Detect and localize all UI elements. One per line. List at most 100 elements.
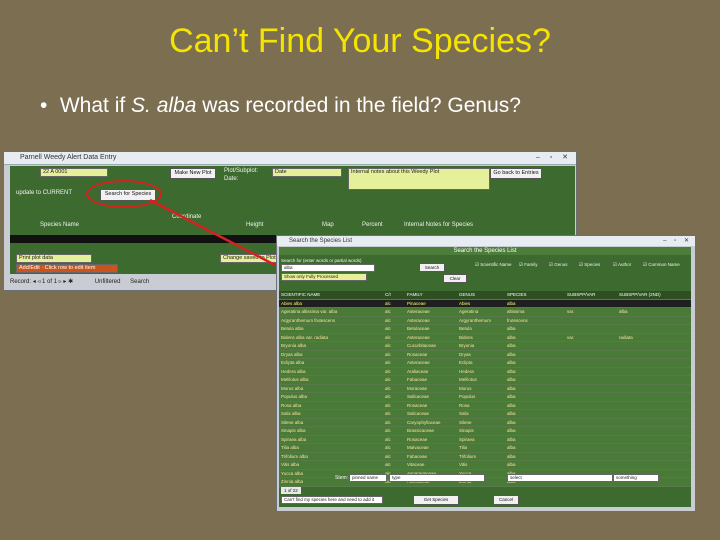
window-controls[interactable]: – ▫ ✕ bbox=[536, 152, 572, 164]
grid-cell: alc bbox=[385, 385, 391, 391]
species-search-form: Search the Species List Search for (ente… bbox=[279, 247, 691, 507]
plot-id-field[interactable]: 22 A 0001 bbox=[40, 168, 108, 177]
show-fully-processed[interactable]: Show only Fully Processed bbox=[281, 273, 367, 281]
table-row[interactable]: Populus alba alc Salicaceae Populus alba bbox=[279, 393, 691, 402]
filter-field-3[interactable]: something bbox=[613, 474, 659, 482]
grid-cell: alc bbox=[385, 436, 391, 442]
grid-cell: alba bbox=[507, 411, 516, 416]
table-row[interactable]: Ageratina altissima var. alba alc Asterace… bbox=[279, 308, 691, 317]
grid-cell: Hedera bbox=[459, 368, 474, 374]
nav-first-icon[interactable]: ◂ ◃ bbox=[33, 279, 42, 285]
stem-field[interactable]: pinned name bbox=[349, 474, 387, 482]
table-row[interactable]: Betula alba alc Betulaceae Betula alba bbox=[279, 325, 691, 334]
grid-cell: alc bbox=[385, 360, 391, 365]
table-row[interactable]: Bryonia alba alc Cucurbitaceae Bryonia alba bbox=[279, 342, 691, 351]
go-back-button[interactable]: Go back to Entries bbox=[490, 168, 542, 179]
get-species-button[interactable]: Get Species bbox=[413, 495, 459, 505]
highlight-circle bbox=[86, 180, 162, 208]
grid-cell: Malvaceae bbox=[407, 445, 429, 450]
checkbox-family[interactable]: ☑ Family bbox=[519, 261, 538, 268]
col-header-notes: Internal Notes for Species bbox=[404, 222, 474, 228]
grid-cell: Salix bbox=[459, 411, 469, 416]
grid-cell: alc bbox=[385, 343, 391, 348]
grid-cell: Tilia bbox=[459, 445, 468, 450]
grid-cell: Fabaceae bbox=[407, 453, 428, 459]
grid-cell: alba bbox=[619, 309, 628, 314]
checkbox-author[interactable]: ☑ Author bbox=[613, 261, 631, 268]
grid-cell: alc bbox=[385, 419, 391, 425]
grid-cell: alba bbox=[507, 436, 516, 442]
grid-cell: alba bbox=[507, 402, 516, 408]
table-row[interactable]: Vitis alba alc Vitaceae Vitis alba bbox=[279, 461, 691, 470]
internal-notes-field[interactable]: Internal notes about this Weedy Plot bbox=[348, 168, 490, 190]
grid-cell: Rosa bbox=[459, 402, 470, 408]
table-row[interactable]: Hedera alba alc Araliaceae Hedera alba bbox=[279, 367, 691, 376]
grid-cell: Morus bbox=[459, 385, 472, 391]
nav-unfiltered[interactable]: Unfiltered bbox=[95, 279, 121, 285]
plot-subplot-label: Plot/Subplot: bbox=[224, 168, 259, 174]
checkbox-common-name[interactable]: ☑ Common Name bbox=[643, 261, 680, 268]
grid-cell: Asteraceae bbox=[407, 317, 430, 323]
grid-cell: Caryophyllaceae bbox=[407, 419, 441, 425]
print-plot-data-button[interactable]: Print plot data bbox=[16, 254, 92, 263]
table-row[interactable]: Sinapis alba alc Brassicaceae Sinapis alba bbox=[279, 427, 691, 436]
make-new-plot-button[interactable]: Make New Plot bbox=[170, 168, 216, 179]
grid-header-row[interactable]: SCIENTIFIC NAME C/I FAMILY GENUS SPECIES SUBS… bbox=[279, 291, 691, 300]
table-row[interactable]: Silene alba alc Caryophyllaceae Silene alba bbox=[279, 418, 691, 427]
grid-cell: Argyranthemum frutescens bbox=[281, 317, 336, 323]
table-row[interactable]: Rosa alba alc Rosaceae Rosa alba bbox=[279, 401, 691, 410]
table-row[interactable]: Morus alba alc Moraceae Morus alba bbox=[279, 384, 691, 393]
table-row[interactable]: Tilia alba alc Malvaceae Tilia alba bbox=[279, 444, 691, 453]
grid-cell: Ageratina altissima var. alba bbox=[281, 309, 338, 314]
checkbox-species[interactable]: ☑ Species bbox=[579, 261, 600, 268]
table-row[interactable]: Dryas alba alc Rosaceae Dryas alba bbox=[279, 350, 691, 359]
grid-cell: alc bbox=[385, 309, 391, 314]
grid-cell: Trifolium alba bbox=[281, 453, 308, 459]
checkbox-scientific-name[interactable]: ☑ Scientific Name bbox=[475, 261, 512, 268]
grid-cell: Salicaceae bbox=[407, 411, 430, 416]
col-header-height: Height bbox=[246, 222, 264, 228]
grid-cell: Betula bbox=[459, 326, 472, 331]
add-species-note[interactable]: Can't find my species here and need to a… bbox=[281, 496, 383, 504]
cancel-button[interactable]: Cancel bbox=[493, 495, 519, 505]
nav-of-label: 1 of 1 bbox=[42, 279, 58, 285]
grid-cell: Rosaceae bbox=[407, 351, 428, 357]
table-row[interactable]: Trifolium alba alc Fabaceae Trifolium alba bbox=[279, 452, 691, 461]
search-button[interactable]: Search bbox=[419, 263, 445, 272]
filter-field-2[interactable]: select bbox=[507, 474, 613, 482]
table-row[interactable]: Melilotus alba alc Fabaceae Melilotus alba bbox=[279, 376, 691, 385]
table-row[interactable]: Eclipta alba alc Asteraceae Eclipta alba bbox=[279, 359, 691, 368]
checkbox-label: Author bbox=[618, 262, 632, 267]
grid-cell: Salicaceae bbox=[407, 394, 430, 399]
record-navigator[interactable]: Record: ◂ ◃ 1 of 1 ▹ ▸ ✱ Unfiltered Sear… bbox=[10, 278, 149, 285]
search-window-controls[interactable]: – ▫ ✕ bbox=[663, 236, 692, 246]
search-input[interactable]: alba bbox=[281, 264, 375, 272]
col-header-coordinate: Coordinate bbox=[172, 214, 202, 220]
grid-cell: C/I bbox=[385, 292, 391, 297]
slide-title: Can’t Find Your Species? bbox=[169, 22, 551, 60]
table-row[interactable]: Bidens alba var. radiata alc Asteraceae Bid… bbox=[279, 333, 691, 342]
grid-cell: alc bbox=[385, 368, 391, 374]
clear-button[interactable]: Clear bbox=[443, 274, 467, 283]
table-row[interactable]: Argyranthemum frutescens alc Asteraceae Arg… bbox=[279, 316, 691, 325]
grid-cell: alc bbox=[385, 445, 391, 450]
grid-cell: altissima bbox=[507, 309, 525, 314]
bullet-text-post: was recorded in the field? Genus? bbox=[196, 94, 521, 117]
grid-cell: Hedera alba bbox=[281, 368, 306, 374]
grid-cell: Eclipta bbox=[459, 360, 473, 365]
nav-search[interactable]: Search bbox=[130, 279, 149, 285]
grid-cell: Spiraea alba bbox=[281, 436, 307, 442]
nav-next-icon[interactable]: ▹ ▸ ✱ bbox=[59, 279, 75, 285]
grid-cell: alc bbox=[385, 334, 391, 340]
col-header-percent: Percent bbox=[362, 222, 383, 228]
grid-cell: SPECIES bbox=[507, 292, 527, 297]
date-field[interactable]: Date bbox=[272, 168, 342, 177]
table-row[interactable]: Abies alba alc Pinaceae Abies alba bbox=[279, 299, 691, 308]
footer-nav[interactable]: 1 of 22 bbox=[281, 487, 301, 494]
grid-cell: alba bbox=[507, 351, 516, 357]
checkbox-genus[interactable]: ☑ Genus bbox=[549, 261, 568, 268]
table-row[interactable]: Spiraea alba alc Rosaceae Spiraea alba bbox=[279, 435, 691, 444]
grid-cell: alc bbox=[385, 326, 391, 331]
table-row[interactable]: Salix alba alc Salicaceae Salix alba bbox=[279, 410, 691, 419]
filter-field-1[interactable]: type bbox=[389, 474, 485, 482]
